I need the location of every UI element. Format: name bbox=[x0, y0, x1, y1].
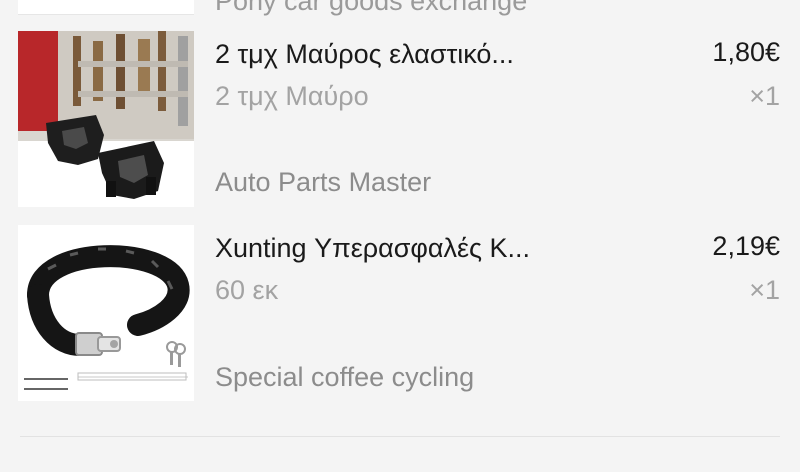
product-variant[interactable]: 2 τμχ Μαύρο bbox=[215, 81, 369, 112]
previous-seller-name[interactable]: Pony car goods exchange bbox=[215, 0, 527, 17]
product-quantity[interactable]: ×1 bbox=[749, 275, 780, 306]
product-quantity[interactable]: ×1 bbox=[749, 81, 780, 112]
product-title[interactable]: Xunting Υπερασφαλές Κ... bbox=[215, 233, 530, 264]
product-price: 2,19€ bbox=[712, 231, 780, 261]
seller-name-auto-parts-master[interactable]: Auto Parts Master bbox=[215, 167, 431, 198]
rubber-clamp-product-image bbox=[18, 31, 194, 207]
previous-seller-header: Pony car goods exchange bbox=[0, 0, 800, 18]
product-price: 1,80€ bbox=[712, 37, 780, 67]
chain-lock-product-image bbox=[18, 225, 194, 401]
product-thumbnail[interactable] bbox=[18, 225, 194, 401]
product-title[interactable]: 2 τμχ Μαύρος ελαστικό... bbox=[215, 39, 514, 70]
seller-name-special-coffee-cycling[interactable]: Special coffee cycling bbox=[215, 362, 474, 393]
product-thumbnail[interactable] bbox=[18, 31, 194, 207]
previous-product-thumbnail-edge[interactable] bbox=[18, 0, 194, 15]
product-variant[interactable]: 60 εκ bbox=[215, 275, 278, 306]
section-divider bbox=[20, 436, 780, 437]
